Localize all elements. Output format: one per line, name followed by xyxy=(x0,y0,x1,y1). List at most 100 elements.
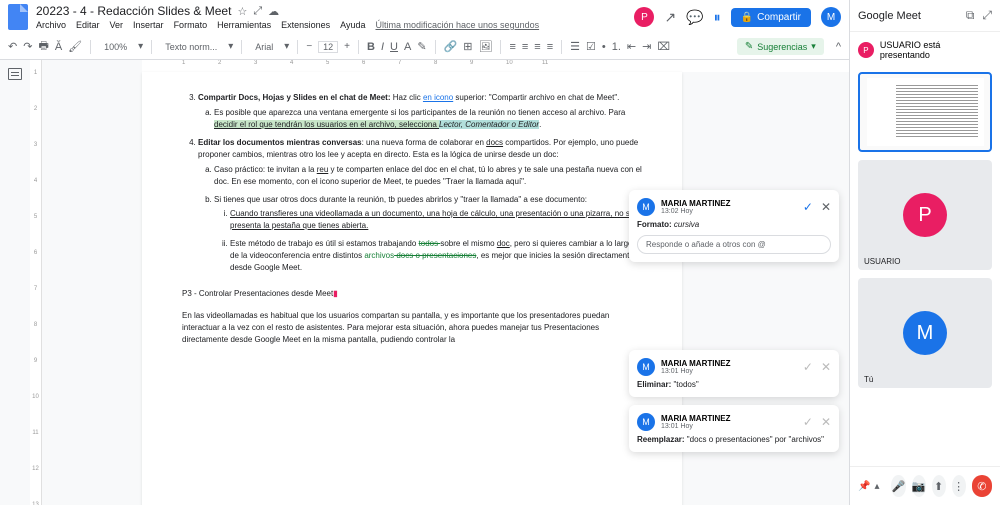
history-icon[interactable]: ↗ xyxy=(664,9,676,26)
menu-editar[interactable]: Editar xyxy=(76,20,100,30)
heading-p3: P3 - Controlar Presentaciones desde Meet xyxy=(182,289,333,298)
font-size[interactable]: 12 xyxy=(318,41,338,53)
align-left-icon[interactable]: ≡ xyxy=(509,41,515,53)
outdent-icon[interactable]: ⇤ xyxy=(627,40,636,53)
accept-suggestion-icon[interactable]: ✓ xyxy=(803,415,813,429)
horizontal-ruler: 1234567891011 xyxy=(142,60,849,72)
present-button[interactable]: ⬆ xyxy=(932,475,946,497)
suggesting-label: Sugerencias xyxy=(757,42,807,52)
menu-ayuda[interactable]: Ayuda xyxy=(340,20,365,30)
suggesting-mode-button[interactable]: Sugerencias ▾ xyxy=(737,38,824,55)
align-justify-icon[interactable]: ≡ xyxy=(547,41,553,53)
suggestion-card-2[interactable]: M MARIA MARTINEZ 13:01 Hoy ✓ ✕ Eliminar:… xyxy=(629,350,839,397)
link-icono[interactable]: en icono xyxy=(423,93,453,102)
italic-icon[interactable]: I xyxy=(381,41,384,53)
font-select[interactable]: Arial xyxy=(250,40,278,54)
accept-suggestion-icon[interactable]: ✓ xyxy=(803,200,813,214)
link-icon[interactable]: 🔗 xyxy=(444,40,458,53)
suggestion-time: 13:01 Hoy xyxy=(661,368,730,375)
participant-tile-2[interactable]: M Tú xyxy=(858,278,992,388)
cloud-icon[interactable]: ☁ xyxy=(268,5,279,18)
menu-formato[interactable]: Formato xyxy=(174,20,208,30)
hangup-button[interactable]: ✆ xyxy=(972,475,992,497)
suggestion-card-1[interactable]: M MARIA MARTINEZ 13:02 Hoy ✓ ✕ Formato: … xyxy=(629,190,839,262)
comments-icon[interactable]: 💬 xyxy=(686,9,703,26)
image-icon[interactable]: 🖼 xyxy=(478,40,492,53)
lock-icon: 🔒 xyxy=(741,12,753,23)
add-comment-icon[interactable]: ⊞ xyxy=(463,40,472,53)
highlight-icon[interactable]: ✎ xyxy=(417,40,426,53)
zoom-select[interactable]: 100% xyxy=(99,40,132,54)
pin-icon[interactable]: 📌 xyxy=(858,481,870,492)
menu-ver[interactable]: Ver xyxy=(110,20,124,30)
meet-icon[interactable]: ⏸ xyxy=(714,9,721,26)
outline-icon xyxy=(8,68,22,80)
redo-icon[interactable]: ↷ xyxy=(23,40,32,53)
line-spacing-icon[interactable]: ☰ xyxy=(570,40,580,53)
expand-icon[interactable]: ⤢ xyxy=(982,8,992,23)
bullet-list-icon[interactable]: • xyxy=(602,41,606,53)
suggestion-value: "docs o presentaciones" por "archivos" xyxy=(685,435,824,444)
paint-format-icon[interactable]: 🖌 xyxy=(68,40,82,53)
menu-archivo[interactable]: Archivo xyxy=(36,20,66,30)
text-strike: docs o presentaciones xyxy=(394,251,476,260)
document-page[interactable]: Compartir Docs, Hojas y Slides en el cha… xyxy=(142,72,682,505)
camera-button[interactable]: 📷 xyxy=(912,475,926,497)
align-right-icon[interactable]: ≡ xyxy=(534,41,540,53)
reject-suggestion-icon[interactable]: ✕ xyxy=(821,415,831,429)
menu-extensiones[interactable]: Extensiones xyxy=(281,20,330,30)
more-button[interactable]: ⋮ xyxy=(952,475,966,497)
checklist-icon[interactable]: ☑ xyxy=(586,40,596,53)
last-modified[interactable]: Última modificación hace unos segundos xyxy=(376,20,540,30)
chevron-down-icon: ▾ xyxy=(811,41,816,52)
menu-herramientas[interactable]: Herramientas xyxy=(217,20,271,30)
screen-share-thumbnail[interactable] xyxy=(858,72,992,152)
text-underline: docs xyxy=(486,138,503,147)
suggestion-card-3[interactable]: M MARIA MARTINEZ 13:01 Hoy ✓ ✕ Reemplaza… xyxy=(629,405,839,452)
popout-icon[interactable]: ⧉ xyxy=(966,8,975,23)
indent-icon[interactable]: ⇥ xyxy=(642,40,651,53)
docs-logo-icon[interactable] xyxy=(8,4,28,30)
outline-panel[interactable] xyxy=(0,60,30,505)
numbered-list-icon[interactable]: 1. xyxy=(612,41,621,53)
chevron-up-icon[interactable]: ^ xyxy=(836,41,841,53)
size-plus[interactable]: + xyxy=(344,41,350,52)
move-icon[interactable]: ⤢ xyxy=(253,5,262,18)
document-area: 12345678910111213 1234567891011 Comparti… xyxy=(0,60,849,505)
underline-icon[interactable]: U xyxy=(390,41,398,53)
share-button[interactable]: 🔒 Compartir xyxy=(731,8,811,27)
vertical-ruler: 12345678910111213 xyxy=(30,60,42,505)
heading-compartir: Compartir Docs, Hojas y Slides en el cha… xyxy=(198,93,391,102)
spellcheck-icon[interactable]: Ă xyxy=(55,41,62,53)
accept-suggestion-icon[interactable]: ✓ xyxy=(803,360,813,374)
star-icon[interactable]: ☆ xyxy=(237,5,247,18)
text: Si tienes que usar otros docs durante la… xyxy=(214,195,587,204)
reject-suggestion-icon[interactable]: ✕ xyxy=(821,200,831,214)
suggestion-author: MARIA MARTINEZ xyxy=(661,199,730,208)
document-title[interactable]: 20223 - 4 - Redacción Slides & Meet xyxy=(36,4,231,18)
mic-button[interactable]: 🎤 xyxy=(891,475,905,497)
chevron-up-icon[interactable]: ▴ xyxy=(874,481,879,492)
print-icon[interactable]: 🖶 xyxy=(38,37,48,56)
clear-format-icon[interactable]: ⌧ xyxy=(657,40,670,53)
reply-input[interactable]: Responde o añade a otros con @ xyxy=(637,235,831,254)
suggestion-label: Eliminar: xyxy=(637,380,671,389)
text-underline: reu xyxy=(317,165,329,174)
size-minus[interactable]: − xyxy=(306,41,312,52)
suggestion-value: cursiva xyxy=(672,220,700,229)
text: Es posible que aparezca una ventana emer… xyxy=(214,108,625,117)
align-center-icon[interactable]: ≡ xyxy=(522,41,528,53)
author-avatar: M xyxy=(637,198,655,216)
collaborator-avatar-p[interactable]: P xyxy=(634,7,654,27)
participant-tile-1[interactable]: P USUARIO xyxy=(858,160,992,270)
suggestion-label: Formato: xyxy=(637,220,672,229)
style-select[interactable]: Texto norm... xyxy=(160,40,222,54)
menu-insertar[interactable]: Insertar xyxy=(133,20,164,30)
undo-icon[interactable]: ↶ xyxy=(8,40,17,53)
text-highlighted: Lector, Comentador o Editor xyxy=(439,120,539,129)
text-underline: decidir el rol que tendrán los usuarios … xyxy=(214,120,439,129)
bold-icon[interactable]: B xyxy=(367,41,375,53)
reject-suggestion-icon[interactable]: ✕ xyxy=(821,360,831,374)
text-color-icon[interactable]: A xyxy=(404,41,411,53)
user-avatar[interactable]: M xyxy=(821,7,841,27)
